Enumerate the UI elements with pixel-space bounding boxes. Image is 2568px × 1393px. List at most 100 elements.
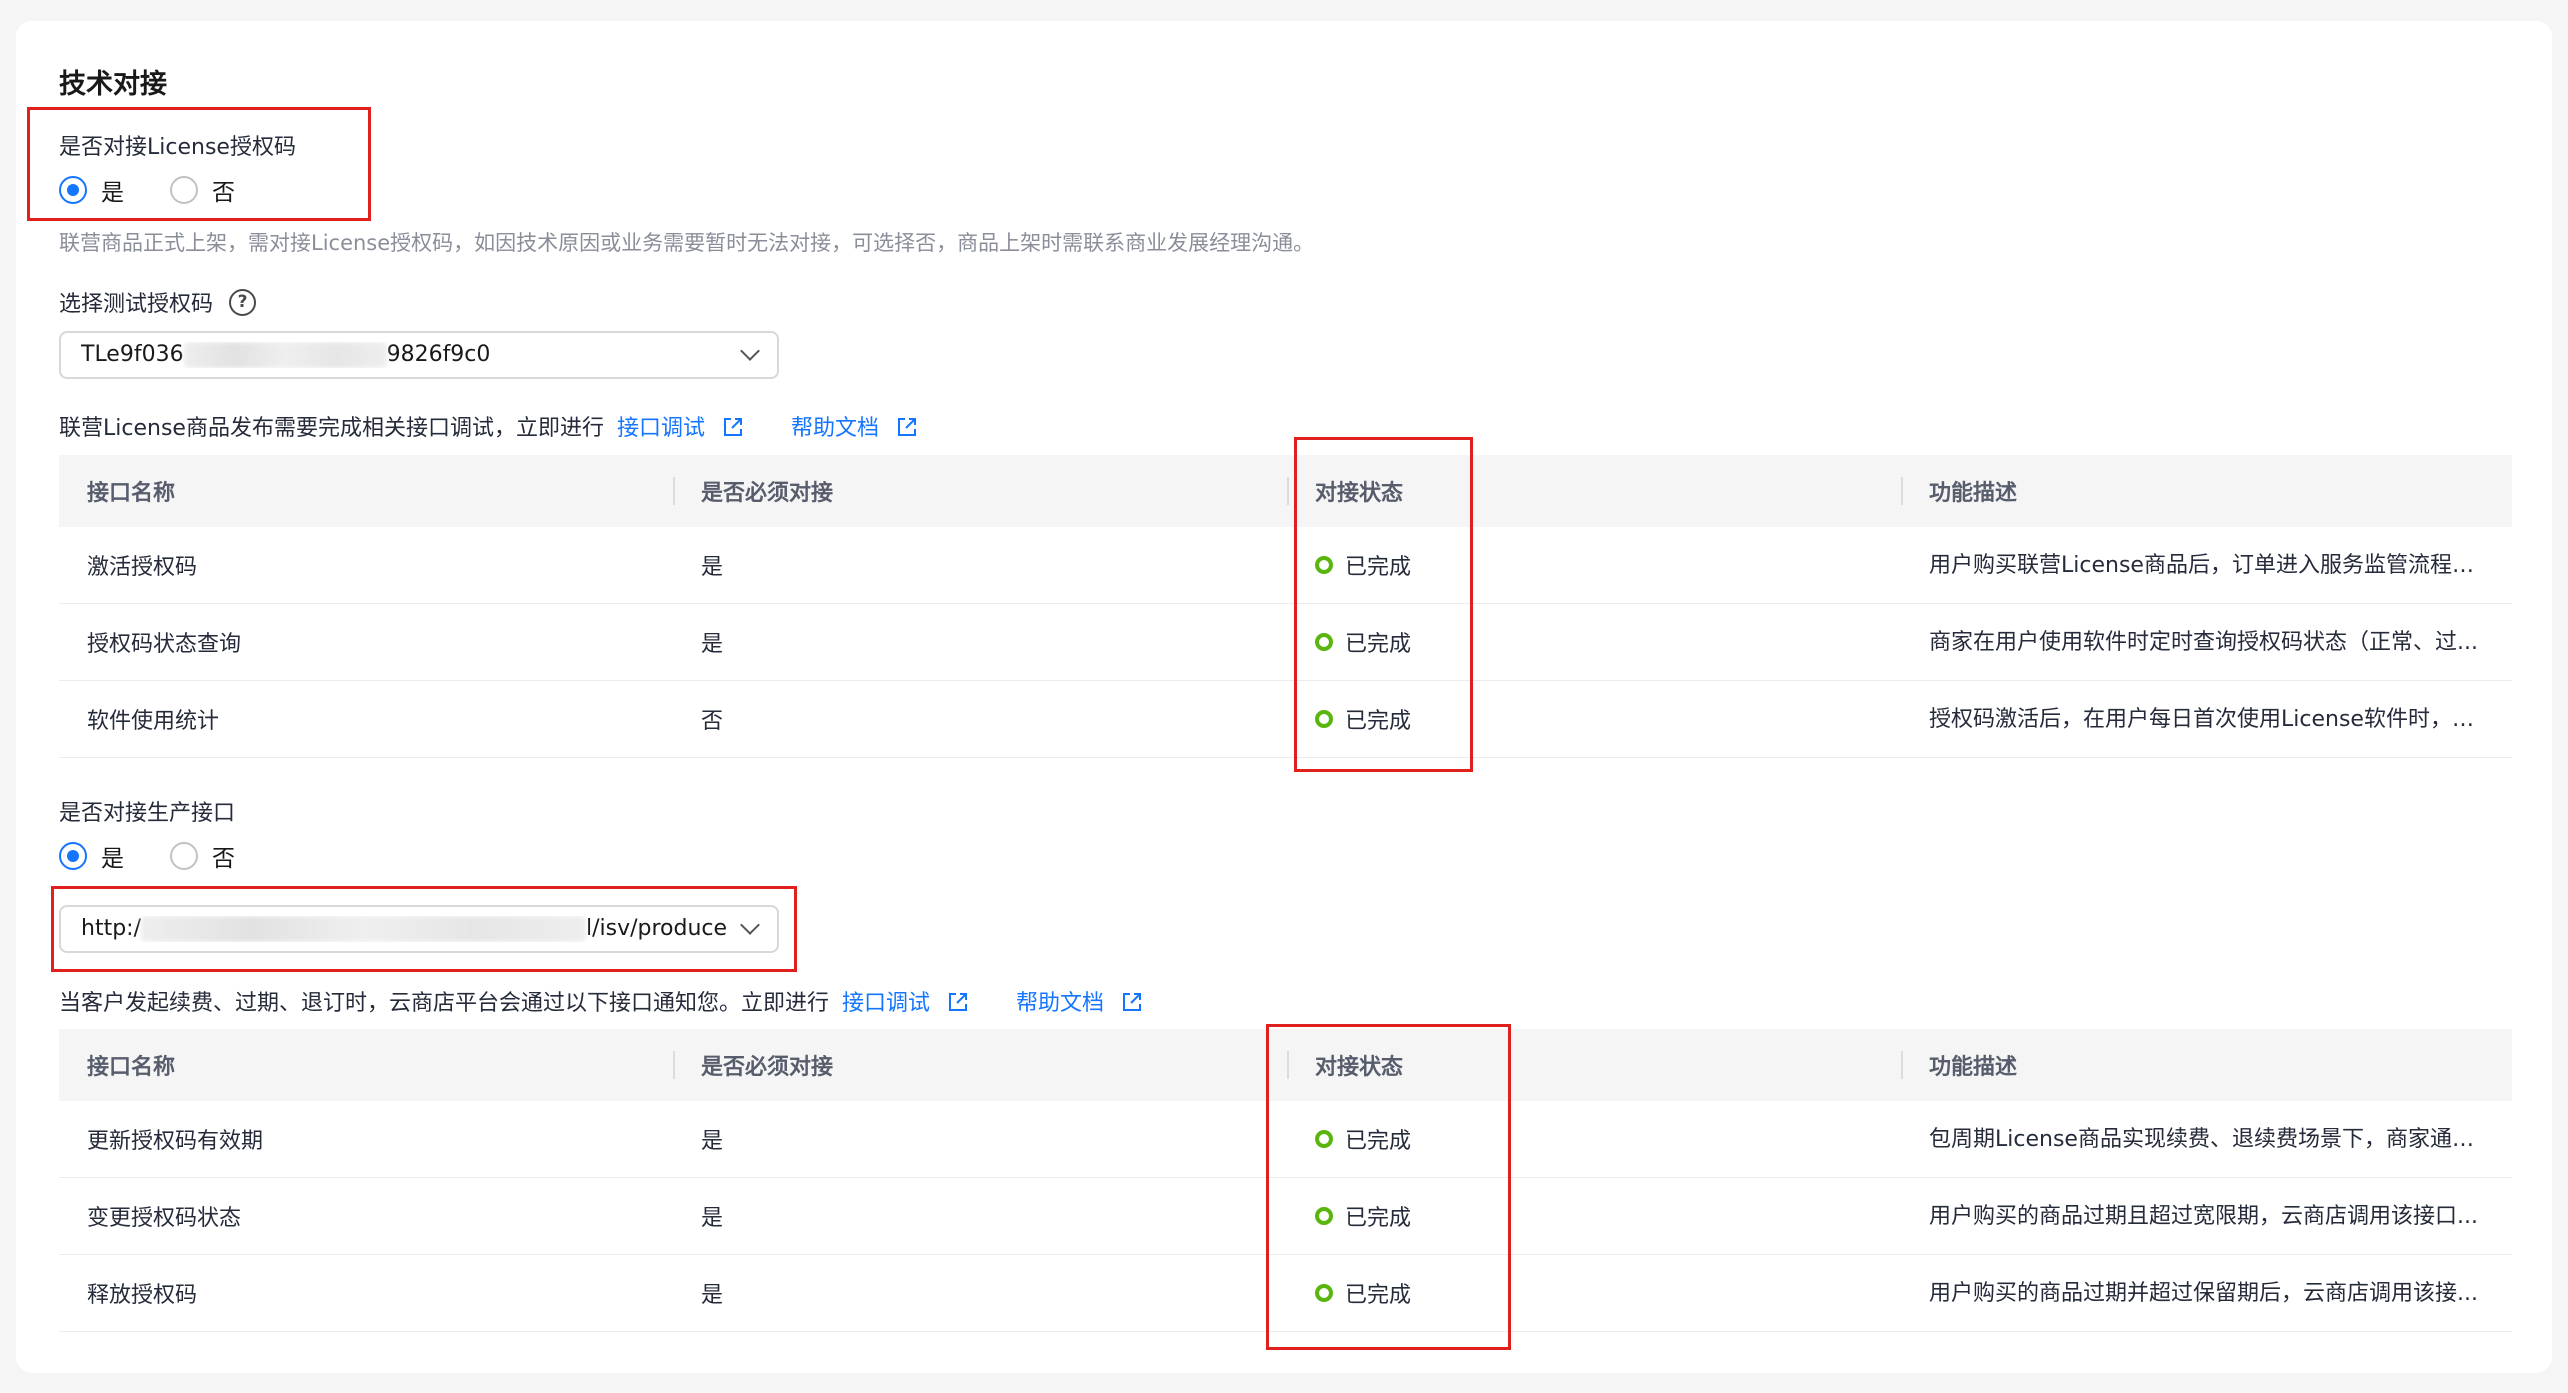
external-link-icon[interactable] bbox=[947, 991, 969, 1013]
row-name: 激活授权码 bbox=[87, 555, 198, 580]
success-status-icon bbox=[1315, 633, 1333, 651]
row-status: 已完成 bbox=[1287, 1178, 1901, 1254]
row-name: 变更授权码状态 bbox=[87, 1206, 242, 1231]
production-url-prefix: http:/ bbox=[81, 916, 141, 941]
production-no-label[interactable]: 否 bbox=[212, 839, 235, 873]
row-name: 释放授权码 bbox=[87, 1283, 198, 1308]
header-required: 是否必须对接 bbox=[673, 1029, 1287, 1101]
table-row: 更新授权码有效期 是 已完成 包周期License商品实现续费、退续费场景下，商… bbox=[59, 1101, 2512, 1178]
header-name: 接口名称 bbox=[87, 481, 176, 506]
row-desc-text: 用户购买联营License商品后，订单进入服务监管流程，... bbox=[1929, 552, 2482, 578]
header-status: 对接状态 bbox=[1287, 1029, 1901, 1101]
license-yes-radio[interactable] bbox=[59, 176, 87, 204]
row-status: 已完成 bbox=[1287, 527, 1901, 603]
row-required: 是 bbox=[701, 1129, 724, 1154]
license-yes-label[interactable]: 是 bbox=[101, 173, 124, 207]
question-circle-icon[interactable]: ? bbox=[229, 288, 257, 316]
table-row: 释放授权码 是 已完成 用户购买的商品过期并超过保留期后，云商店调用该接... bbox=[59, 1255, 2512, 1332]
header-status-label: 对接状态 bbox=[1315, 481, 1404, 506]
header-desc: 功能描述 bbox=[1901, 1029, 2512, 1101]
license-no-label[interactable]: 否 bbox=[212, 173, 235, 207]
external-link-icon[interactable] bbox=[896, 416, 918, 438]
header-desc-label: 功能描述 bbox=[1929, 1055, 2018, 1080]
row-name: 软件使用统计 bbox=[87, 709, 220, 734]
production-yes-radio[interactable] bbox=[59, 842, 87, 870]
table-header: 接口名称 是否必须对接 对接状态 功能描述 bbox=[59, 1029, 2512, 1101]
row-status: 已完成 bbox=[1287, 604, 1901, 680]
success-status-icon bbox=[1315, 1130, 1333, 1148]
license-question-label: 是否对接License授权码 bbox=[59, 135, 296, 160]
row-status-label: 已完成 bbox=[1345, 1206, 1412, 1231]
test-note-text: 联营License商品发布需要完成相关接口调试，立即进行 bbox=[59, 416, 604, 441]
production-url-suffix: l/isv/produce bbox=[585, 916, 728, 941]
production-radio-group: 是 否 bbox=[59, 838, 235, 874]
row-status-label: 已完成 bbox=[1345, 555, 1412, 580]
row-required: 是 bbox=[701, 632, 724, 657]
row-name: 更新授权码有效期 bbox=[87, 1129, 264, 1154]
test-code-value-suffix: 9826f9c0 bbox=[386, 342, 491, 367]
test-debug-link[interactable]: 接口调试 bbox=[617, 416, 705, 441]
chevron-down-icon[interactable] bbox=[740, 341, 760, 361]
test-debug-note: 联营License商品发布需要完成相关接口调试，立即进行 接口调试 帮助文档 bbox=[59, 410, 918, 442]
chevron-down-icon[interactable] bbox=[740, 915, 760, 935]
header-required: 是否必须对接 bbox=[673, 455, 1287, 527]
success-status-icon bbox=[1315, 1284, 1333, 1302]
table-row: 授权码状态查询 是 已完成 商家在用户使用软件时定时查询授权码状态（正常、过..… bbox=[59, 604, 2512, 681]
header-status-label: 对接状态 bbox=[1315, 1055, 1404, 1080]
license-hint: 联营商品正式上架，需对接License授权码，如因技术原因或业务需要暂时无法对接… bbox=[59, 231, 1315, 255]
row-desc: 商家在用户使用软件时定时查询授权码状态（正常、过... bbox=[1901, 604, 2512, 680]
production-url-select[interactable]: http:/ l/isv/produce bbox=[59, 905, 779, 953]
row-required: 是 bbox=[701, 555, 724, 580]
header-name: 接口名称 bbox=[87, 1055, 176, 1080]
row-required: 是 bbox=[701, 1283, 724, 1308]
header-required-label: 是否必须对接 bbox=[701, 1055, 834, 1080]
header-desc: 功能描述 bbox=[1901, 455, 2512, 527]
production-interface-table: 接口名称 是否必须对接 对接状态 功能描述 更新授权码有效期 是 已完成 包周期… bbox=[59, 1029, 2512, 1332]
prod-help-link[interactable]: 帮助文档 bbox=[1016, 991, 1104, 1016]
production-question-label: 是否对接生产接口 bbox=[59, 801, 236, 826]
test-code-select[interactable]: TLe9f036 9826f9c0 bbox=[59, 331, 779, 379]
row-status-label: 已完成 bbox=[1345, 1129, 1412, 1154]
license-no-radio[interactable] bbox=[170, 176, 198, 204]
header-desc-label: 功能描述 bbox=[1929, 481, 2018, 506]
test-code-label: 选择测试授权码 bbox=[59, 292, 214, 317]
section-title: 技术对接 bbox=[59, 69, 167, 100]
table-row: 软件使用统计 否 已完成 授权码激活后，在用户每日首次使用License软件时，… bbox=[59, 681, 2512, 758]
row-desc: 用户购买的商品过期且超过宽限期，云商店调用该接口... bbox=[1901, 1178, 2512, 1254]
test-help-link[interactable]: 帮助文档 bbox=[791, 416, 879, 441]
row-desc-text: 用户购买的商品过期并超过保留期后，云商店调用该接... bbox=[1929, 1280, 2478, 1306]
row-desc: 包周期License商品实现续费、退续费场景下，商家通过... bbox=[1901, 1101, 2512, 1177]
redacted-mask bbox=[140, 916, 586, 942]
test-code-field: 选择测试授权码 ? bbox=[59, 286, 257, 318]
prod-note-text: 当客户发起续费、过期、退订时，云商店平台会通过以下接口通知您。立即进行 bbox=[59, 991, 830, 1016]
production-yes-label[interactable]: 是 bbox=[101, 839, 124, 873]
license-radio-group: 是 否 bbox=[59, 172, 235, 208]
success-status-icon bbox=[1315, 710, 1333, 728]
success-status-icon bbox=[1315, 1207, 1333, 1225]
row-desc-text: 用户购买的商品过期且超过宽限期，云商店调用该接口... bbox=[1929, 1203, 2478, 1229]
table-row: 变更授权码状态 是 已完成 用户购买的商品过期且超过宽限期，云商店调用该接口..… bbox=[59, 1178, 2512, 1255]
row-status-label: 已完成 bbox=[1345, 1283, 1412, 1308]
table-row: 激活授权码 是 已完成 用户购买联营License商品后，订单进入服务监管流程，… bbox=[59, 527, 2512, 604]
row-desc: 用户购买的商品过期并超过保留期后，云商店调用该接... bbox=[1901, 1255, 2512, 1331]
header-required-label: 是否必须对接 bbox=[701, 481, 834, 506]
success-status-icon bbox=[1315, 556, 1333, 574]
row-status-label: 已完成 bbox=[1345, 632, 1412, 657]
row-desc-text: 商家在用户使用软件时定时查询授权码状态（正常、过... bbox=[1929, 629, 2478, 655]
external-link-icon[interactable] bbox=[1121, 991, 1143, 1013]
row-desc-text: 包周期License商品实现续费、退续费场景下，商家通过... bbox=[1929, 1126, 2482, 1152]
row-status: 已完成 bbox=[1287, 681, 1901, 757]
prod-debug-link[interactable]: 接口调试 bbox=[842, 991, 930, 1016]
row-desc: 授权码激活后，在用户每日首次使用License软件时，上... bbox=[1901, 681, 2512, 757]
row-required: 否 bbox=[701, 709, 724, 734]
external-link-icon[interactable] bbox=[722, 416, 744, 438]
table-header: 接口名称 是否必须对接 对接状态 功能描述 bbox=[59, 455, 2512, 527]
row-status: 已完成 bbox=[1287, 1101, 1901, 1177]
production-no-radio[interactable] bbox=[170, 842, 198, 870]
redacted-mask bbox=[183, 342, 387, 368]
test-code-value-prefix: TLe9f036 bbox=[81, 342, 184, 367]
row-required: 是 bbox=[701, 1206, 724, 1231]
row-desc-text: 授权码激活后，在用户每日首次使用License软件时，上... bbox=[1929, 706, 2482, 732]
row-desc: 用户购买联营License商品后，订单进入服务监管流程，... bbox=[1901, 527, 2512, 603]
row-status: 已完成 bbox=[1287, 1255, 1901, 1331]
